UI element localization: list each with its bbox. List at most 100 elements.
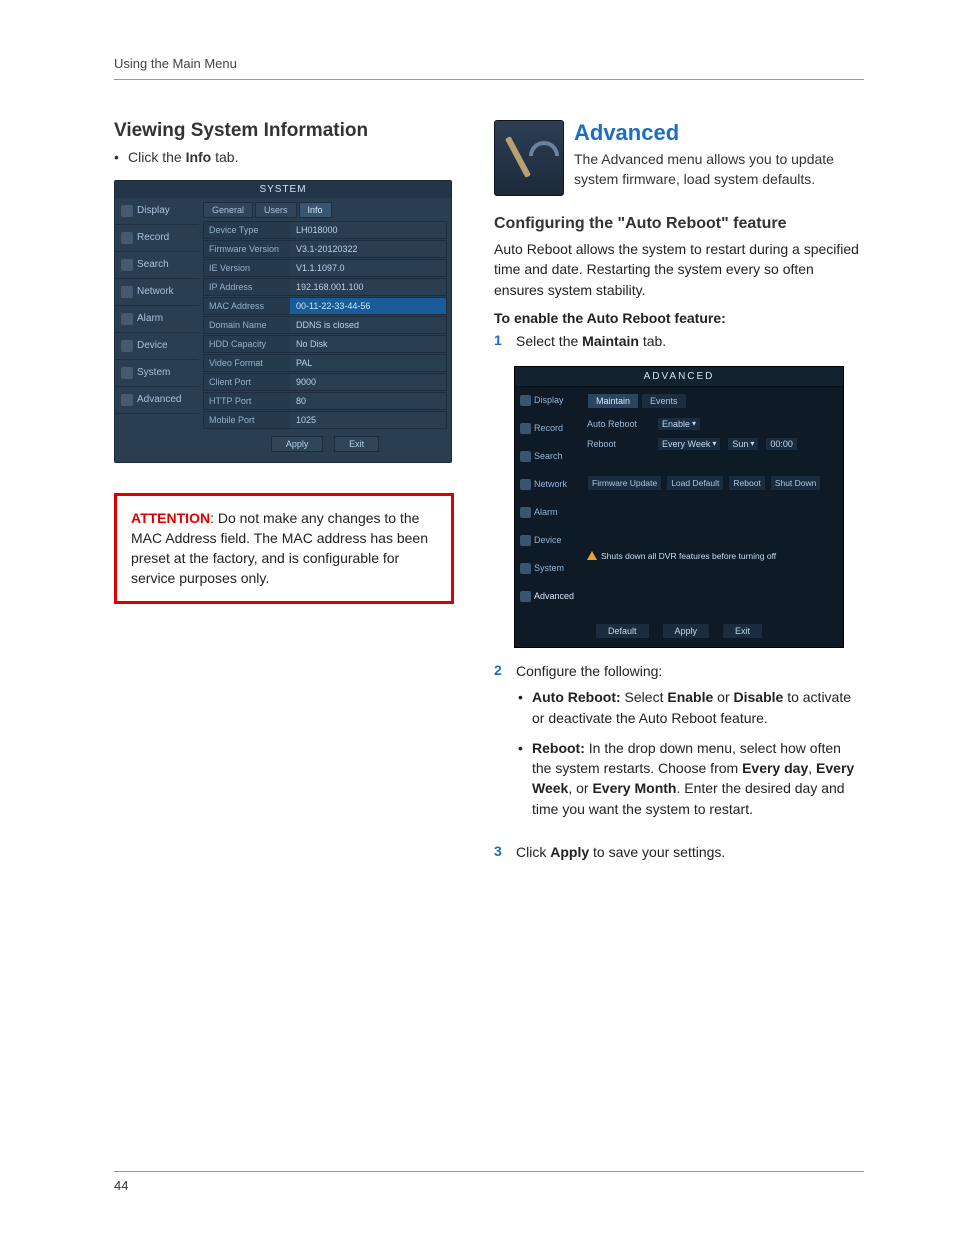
sidebar-item: System xyxy=(115,360,199,387)
text: Click xyxy=(516,844,550,860)
advanced-icon xyxy=(121,394,133,406)
system-tabs: General Users Info xyxy=(203,202,447,218)
bold: Auto Reboot: xyxy=(532,689,621,705)
info-row: Domain NameDDNS is closed xyxy=(203,316,447,334)
network-icon xyxy=(121,286,133,298)
system-screenshot: SYSTEM Display Record Search Network Ala… xyxy=(114,180,452,463)
key: Video Format xyxy=(204,355,290,371)
tab-info: Info xyxy=(299,202,332,218)
advanced-heading: Advanced xyxy=(574,120,864,146)
key: HTTP Port xyxy=(204,393,290,409)
chevron-down-icon: ▾ xyxy=(750,439,754,448)
warning-icon xyxy=(587,551,597,560)
val: 1025 xyxy=(290,412,446,428)
label: Record xyxy=(137,232,169,243)
left-heading: Viewing System Information xyxy=(114,120,454,142)
val: PAL xyxy=(290,355,446,371)
sidebar-item: Advanced xyxy=(115,387,199,414)
search-icon xyxy=(121,259,133,271)
label: Display xyxy=(137,205,170,216)
val: 9000 xyxy=(290,374,446,390)
advanced-screenshot: ADVANCED Display Record Search Network A… xyxy=(514,366,844,648)
bold: Enable xyxy=(667,689,713,705)
val: V1.1.1097.0 xyxy=(290,260,446,276)
info-row: IP Address192.168.001.100 xyxy=(203,278,447,296)
info-row: Video FormatPAL xyxy=(203,354,447,372)
adv-title: ADVANCED xyxy=(515,367,843,387)
sidebar-item: Network xyxy=(115,279,199,306)
sidebar-item: Search xyxy=(115,252,199,279)
alarm-icon xyxy=(121,313,133,325)
bold: Every day xyxy=(742,760,808,776)
text: to save your settings. xyxy=(589,844,725,860)
label: Display xyxy=(534,395,564,405)
step-number: 3 xyxy=(494,843,506,863)
bold: Reboot: xyxy=(532,740,585,756)
bold: Info xyxy=(186,149,212,165)
reboot-button: Reboot xyxy=(728,475,765,491)
apply-button: Apply xyxy=(662,623,711,639)
text: tab. xyxy=(211,149,238,165)
enable-heading: To enable the Auto Reboot feature: xyxy=(494,310,864,326)
key: Firmware Version xyxy=(204,241,290,257)
bold: Apply xyxy=(550,844,589,860)
warning-row: Shuts down all DVR features before turni… xyxy=(587,551,837,561)
key: Client Port xyxy=(204,374,290,390)
val: Sun xyxy=(732,439,748,449)
device-icon xyxy=(121,340,133,352)
attention-box: ATTENTION: Do not make any changes to th… xyxy=(114,493,454,604)
info-row: Firmware VersionV3.1-20120322 xyxy=(203,240,447,258)
step-number: 1 xyxy=(494,332,506,352)
tab-users: Users xyxy=(255,202,297,218)
exit-button: Exit xyxy=(334,436,379,452)
key: Domain Name xyxy=(204,317,290,333)
tab-maintain: Maintain xyxy=(587,393,639,409)
text: , or xyxy=(568,780,592,796)
label: Network xyxy=(137,286,174,297)
reboot-freq-select: Every Week▾ xyxy=(657,437,721,451)
alarm-icon xyxy=(520,507,531,518)
auto-reboot-label: Auto Reboot xyxy=(587,419,651,429)
record-icon xyxy=(520,423,531,434)
key: IP Address xyxy=(204,279,290,295)
exit-button: Exit xyxy=(722,623,763,639)
info-row: Mobile Port1025 xyxy=(203,411,447,429)
attention-label: ATTENTION xyxy=(131,510,210,526)
info-row: Client Port9000 xyxy=(203,373,447,391)
text: or xyxy=(713,689,733,705)
reboot-label: Reboot xyxy=(587,439,651,449)
display-icon xyxy=(121,205,133,217)
info-row: MAC Address00-11-22-33-44-56 xyxy=(203,297,447,315)
step1: Select the Maintain tab. xyxy=(516,332,864,352)
bold: Disable xyxy=(734,689,784,705)
val: 00-11-22-33-44-56 xyxy=(290,298,446,314)
sidebar-item: Device xyxy=(115,333,199,360)
val: Every Week xyxy=(662,439,710,449)
key: MAC Address xyxy=(204,298,290,314)
tab-general: General xyxy=(203,202,253,218)
adv-sidebar: Display Record Search Network Alarm Devi… xyxy=(515,387,581,617)
val: V3.1-20120322 xyxy=(290,241,446,257)
text: Select the xyxy=(516,333,582,349)
page-header: Using the Main Menu xyxy=(114,56,864,80)
firmware-update-button: Firmware Update xyxy=(587,475,662,491)
key: IE Version xyxy=(204,260,290,276)
reboot-time-select: 00:00 xyxy=(765,437,798,451)
val: 00:00 xyxy=(770,439,793,449)
advanced-intro: The Advanced menu allows you to update s… xyxy=(574,150,864,189)
info-row: IE VersionV1.1.1097.0 xyxy=(203,259,447,277)
label: System xyxy=(534,563,564,573)
step3: Click Apply to save your settings. xyxy=(516,843,864,863)
sidebar-item: Record xyxy=(515,415,581,443)
bold: Every Month xyxy=(592,780,676,796)
key: Device Type xyxy=(204,222,290,238)
val: Enable xyxy=(662,419,690,429)
default-button: Default xyxy=(595,623,650,639)
sidebar-item: Record xyxy=(115,225,199,252)
label: System xyxy=(137,367,170,378)
val: LH018000 xyxy=(290,222,446,238)
sidebar-item: Device xyxy=(515,527,581,555)
advanced-icon xyxy=(520,591,531,602)
advanced-icon xyxy=(494,120,564,196)
display-icon xyxy=(520,395,531,406)
